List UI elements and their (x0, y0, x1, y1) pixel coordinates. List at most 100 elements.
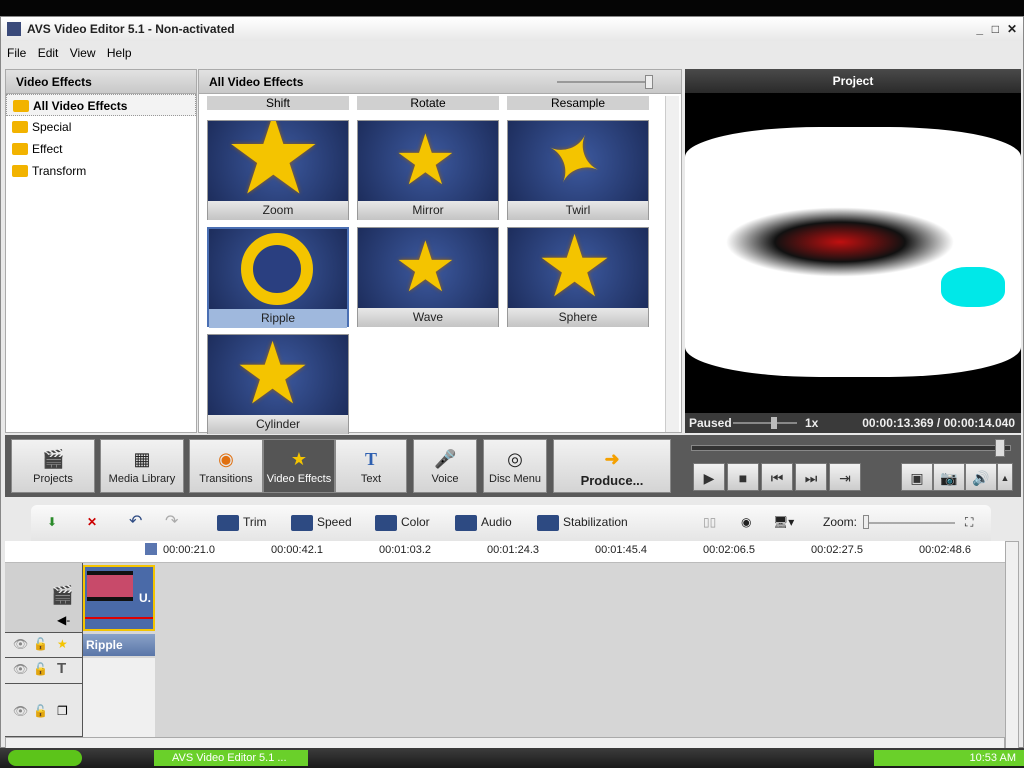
gallery-title: All Video Effects (209, 75, 304, 89)
tab-voice[interactable]: 🎤 Voice (413, 439, 477, 493)
preview-title: Project (685, 69, 1021, 93)
minimize-button[interactable]: _ (976, 17, 983, 41)
menu-help[interactable]: Help (107, 46, 132, 60)
zoom-slider-handle[interactable] (863, 515, 869, 529)
play-button[interactable]: ▶ (693, 463, 725, 491)
webcam-icon[interactable]: ◉ (741, 515, 751, 529)
start-button[interactable] (8, 750, 82, 766)
taskbar-app-button[interactable]: AVS Video Editor 5.1 ... (154, 750, 308, 766)
effect-tile-twirl[interactable]: ✦ Twirl (507, 120, 649, 220)
playback-speed: 1x (805, 416, 819, 430)
audio-icon (455, 515, 477, 531)
speed-button[interactable]: Speed (291, 515, 352, 531)
produce-button[interactable]: ➜ Produce... (553, 439, 671, 493)
menu-edit[interactable]: Edit (38, 46, 59, 60)
tab-media-library[interactable]: ▦ Media Library (100, 439, 184, 493)
text-icon: T (57, 660, 67, 677)
timeline-vertical-scrollbar[interactable] (1005, 541, 1019, 749)
seek-bar[interactable] (691, 445, 1011, 451)
volume-arrow[interactable]: ▲ (997, 463, 1013, 491)
fit-icon[interactable]: ⛶ (965, 515, 973, 530)
lock-icon[interactable]: 🔓 (33, 704, 48, 718)
effect-clip-ripple[interactable]: Ripple (83, 634, 155, 656)
tab-label: Text (360, 473, 382, 485)
stabilization-button[interactable]: Stabilization (537, 515, 628, 531)
menu-bar: File Edit View Help (1, 43, 1023, 63)
color-button[interactable]: Color (375, 515, 430, 531)
tree-item-special[interactable]: Special (6, 116, 196, 138)
ruler-tick: 00:01:03.2 (379, 544, 431, 556)
app-icon (7, 22, 21, 36)
delete-icon[interactable]: ✕ (87, 515, 97, 529)
effect-tile-zoom[interactable]: ★ Zoom (207, 120, 349, 220)
tab-label: Voice (431, 473, 459, 485)
eye-icon[interactable]: 👁 (13, 704, 28, 718)
monitor-icon[interactable]: 🖥▾ (773, 515, 794, 529)
ruler-tick: 00:02:48.6 (919, 544, 971, 556)
folder-icon (12, 121, 28, 133)
trim-button[interactable]: Trim (217, 515, 267, 531)
tab-label: Produce... (580, 473, 644, 488)
slider-handle[interactable] (645, 75, 653, 89)
tree-item-transform[interactable]: Transform (6, 160, 196, 182)
stabilization-icon (537, 515, 559, 531)
tab-disc-menu[interactable]: ◎ Disc Menu (483, 439, 547, 493)
speed-slider-handle[interactable] (771, 417, 777, 429)
playhead[interactable] (145, 543, 157, 555)
tab-projects[interactable]: 🎬 Projects (11, 439, 95, 493)
fullscreen-button[interactable]: ⇥ (829, 463, 861, 491)
tree-item-all[interactable]: All Video Effects (6, 94, 196, 116)
thumbnail-size-slider[interactable] (557, 81, 647, 83)
tree-item-effect[interactable]: Effect (6, 138, 196, 160)
lock-icon[interactable]: 🔓 (33, 637, 48, 651)
next-frame-button[interactable]: ⏭ (795, 463, 827, 491)
tile-label: Ripple (209, 309, 347, 328)
effect-tile-wave[interactable]: ★ Wave (357, 227, 499, 327)
star-icon: ★ (536, 228, 614, 308)
audio-button[interactable]: Audio (455, 515, 512, 531)
video-preview (685, 127, 1021, 377)
speaker-icon[interactable]: ◀- (57, 613, 70, 627)
gallery-scrollbar[interactable] (665, 96, 679, 432)
close-button[interactable]: ✕ (1007, 17, 1017, 41)
overlay-icon: ❐ (57, 704, 68, 718)
insert-icon[interactable]: ⬇ (47, 515, 57, 529)
detach-preview-button[interactable]: ▣ (901, 463, 933, 491)
effect-tile-mirror[interactable]: ★ Mirror (357, 120, 499, 220)
video-frame-content (725, 207, 955, 277)
playback-status: Paused (689, 416, 732, 430)
effect-tile-resample[interactable]: Resample (507, 96, 649, 110)
tab-transitions[interactable]: ◉ Transitions (189, 439, 263, 493)
redo-icon[interactable]: ↷ (165, 511, 178, 531)
lock-icon[interactable]: 🔓 (33, 662, 48, 676)
zoom-slider[interactable] (865, 522, 955, 524)
effect-tile-cylinder[interactable]: ★ Cylinder (207, 334, 349, 434)
previous-frame-button[interactable]: ⏮ (761, 463, 793, 491)
ruler-tick: 00:00:42.1 (271, 544, 323, 556)
effect-tile-shift[interactable]: Shift (207, 96, 349, 110)
effect-tile-ripple[interactable]: Ripple (207, 227, 349, 328)
track-area (83, 658, 155, 737)
timeline-tracks: 🎬 ◀- U. 👁 🔓 ★ Ripple 👁 🔓 T 👁 🔓 ❐ (5, 563, 1005, 737)
volume-button[interactable]: 🔊 (965, 463, 997, 491)
tab-text[interactable]: T Text (335, 439, 407, 493)
tab-video-effects[interactable]: ★ Video Effects (263, 439, 335, 493)
tile-label: Sphere (508, 308, 648, 327)
timeline-ruler[interactable]: 00:00:21.0 00:00:42.1 00:01:03.2 00:01:2… (5, 541, 1005, 563)
speed-slider[interactable] (733, 422, 797, 424)
eye-icon[interactable]: 👁 (13, 637, 28, 651)
stop-button[interactable]: ■ (727, 463, 759, 491)
undo-icon[interactable]: ↶ (129, 511, 142, 531)
window-title: AVS Video Editor 5.1 - Non-activated (27, 22, 235, 36)
seek-handle[interactable] (995, 439, 1005, 457)
menu-view[interactable]: View (70, 46, 96, 60)
snapshot-button[interactable]: 📷 (933, 463, 965, 491)
eye-icon[interactable]: 👁 (13, 662, 28, 676)
video-clip[interactable]: U. (83, 565, 155, 631)
clip-thumbnail (87, 571, 133, 601)
split-icon[interactable]: ▯▯ (703, 515, 716, 529)
menu-file[interactable]: File (7, 46, 26, 60)
maximize-button[interactable]: □ (992, 17, 999, 41)
effect-tile-sphere[interactable]: ★ Sphere (507, 227, 649, 327)
effect-tile-rotate[interactable]: Rotate (357, 96, 499, 110)
